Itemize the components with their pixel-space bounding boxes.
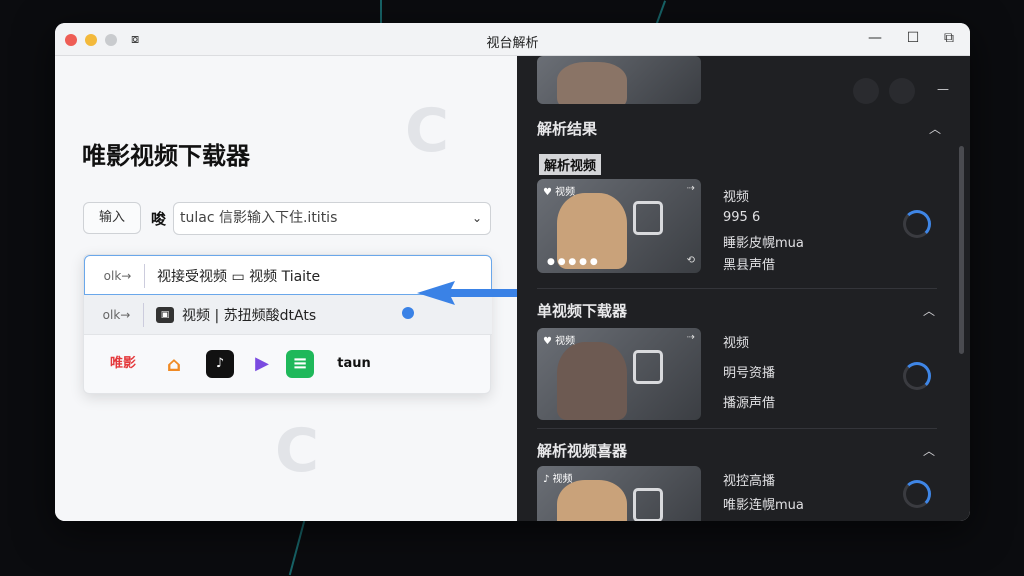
thumb-label: ♪ 视频	[543, 474, 573, 485]
source-select-value: tulac 信影输入下住.ititis	[180, 210, 338, 226]
share-icon[interactable]: ⇢	[687, 332, 695, 343]
app-window: ⧇ 视台解析 — ☐ ⧉ C C 唯影视频下载器 输入 唆 tulac 信影输入…	[55, 23, 970, 521]
placeholder-icon	[633, 201, 663, 235]
control-dots: ● ● ● ● ●	[547, 257, 598, 267]
round-button[interactable]	[853, 78, 879, 104]
thumb-label: ♥ 视频	[543, 187, 576, 198]
sub-tag: 解析视频	[539, 154, 602, 175]
info-line: 唯影连幌mua	[723, 498, 804, 513]
chevron-down-icon[interactable]: ⌄	[472, 203, 482, 234]
video-thumbnail[interactable]	[537, 56, 701, 104]
restore-button[interactable]: ⧉	[939, 30, 959, 46]
divider	[537, 428, 937, 429]
chevron-up-icon[interactable]: ︿	[923, 442, 935, 459]
info-line: 播源声借	[723, 396, 776, 411]
chevron-up-icon[interactable]: ︿	[923, 302, 935, 319]
person-image	[557, 62, 627, 104]
section-title: 解析结果	[537, 120, 598, 138]
placeholder-icon	[633, 488, 663, 521]
info-line: 黑县声借	[723, 258, 776, 273]
maximize-button[interactable]: ☐	[903, 30, 923, 46]
house-logo-icon[interactable]: ⌂	[160, 350, 188, 378]
taun-logo-icon[interactable]: taun	[326, 350, 382, 378]
cursor-dot-icon	[402, 307, 414, 319]
person-image	[557, 342, 627, 420]
title-bar: ⧇ 视台解析 — ☐ ⧉	[55, 23, 970, 56]
input-button[interactable]: 输入	[83, 202, 141, 234]
video-thumbnail[interactable]: ♪ 视频	[537, 466, 701, 521]
page-title: 唯影视频下载器	[82, 142, 250, 170]
decor-c-icon: C	[405, 96, 450, 166]
divider	[537, 288, 937, 289]
row-tag: olk→	[90, 303, 144, 327]
source-select[interactable]: tulac 信影输入下住.ititis ⌄	[173, 202, 491, 235]
share-icon[interactable]: ⇢	[687, 183, 695, 194]
weibo-logo-icon[interactable]: 唯影	[98, 350, 148, 378]
video-thumbnail[interactable]: ♥ 视频 ⇢	[537, 328, 701, 420]
tiktok-logo-icon[interactable]: ♪	[206, 350, 234, 378]
chevron-up-icon[interactable]: ︿	[929, 120, 941, 137]
loading-spinner-icon	[903, 362, 931, 390]
menu-icon[interactable]: —	[937, 82, 949, 96]
results-pane: — 解析结果 ︿ 解析视频 ♥ 视频 ⇢ ⟲ ● ● ● ● ● 视频 995 …	[517, 56, 970, 521]
info-line: 睡影皮幌mua	[723, 236, 804, 251]
section-title: 解析视频喜器	[537, 442, 628, 460]
green-logo-icon[interactable]: ≡	[286, 350, 314, 378]
minimize-button[interactable]: —	[865, 30, 885, 46]
placeholder-icon	[633, 350, 663, 384]
video-thumbnail[interactable]: ♥ 视频 ⇢ ⟲ ● ● ● ● ●	[537, 179, 701, 273]
hint-label: 唆	[151, 210, 167, 228]
row-tag: olk→	[91, 264, 145, 288]
row-text: 视频 | 苏扭频酸dtAts	[182, 308, 317, 324]
player-controls-icon[interactable]: ⟲	[687, 255, 695, 266]
window-title: 视台解析	[486, 36, 539, 51]
row-text: 视接受视频 ▭ 视频 Tiaite	[157, 269, 321, 285]
section-title: 单视频下载器	[537, 302, 628, 320]
video-badge-icon: ▣	[156, 307, 174, 323]
info-line: 明号资播	[723, 366, 776, 381]
play-logo-icon[interactable]: ▶	[248, 350, 276, 378]
platform-logos: 唯影 ⌂ ♪ ▶ ≡ taun	[98, 347, 488, 381]
scrollbar[interactable]	[959, 146, 964, 354]
loading-spinner-icon	[903, 480, 931, 508]
decor-c-icon: C	[275, 416, 320, 486]
info-line: 995 6	[723, 210, 761, 225]
info-line: 视频	[723, 336, 750, 351]
round-button[interactable]	[889, 78, 915, 104]
thumb-label: ♥ 视频	[543, 336, 576, 347]
info-line: 视控高播	[723, 474, 776, 489]
loading-spinner-icon	[903, 210, 931, 238]
person-image	[557, 480, 627, 521]
info-line: 视频	[723, 190, 750, 205]
